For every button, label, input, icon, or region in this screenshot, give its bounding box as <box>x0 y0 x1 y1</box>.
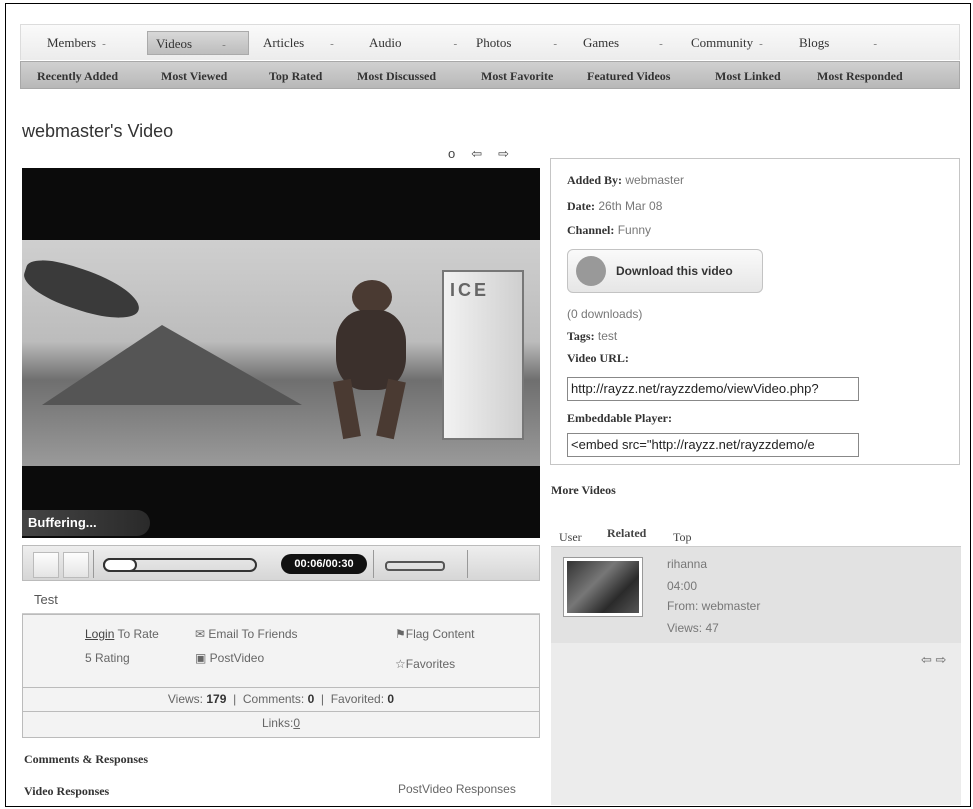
seek-knob[interactable] <box>103 558 137 572</box>
rating-label: 5 Rating <box>85 651 130 665</box>
stop-button[interactable] <box>63 552 89 578</box>
star-icon: ☆ <box>395 657 406 671</box>
to-rate-label: To Rate <box>117 627 159 641</box>
chevron-down-icon[interactable]: - <box>659 38 663 50</box>
channel-value[interactable]: Funny <box>618 223 651 237</box>
email-friends-link[interactable]: ✉ Email To Friends <box>195 627 298 641</box>
volcano-smoke <box>22 252 146 328</box>
comments-count: 0 <box>307 692 315 706</box>
video-frame: ICE <box>22 240 540 466</box>
views-count: 179 <box>206 692 227 706</box>
volcano-shape <box>42 325 302 405</box>
envelope-icon: ✉ <box>195 627 209 641</box>
chevron-down-icon[interactable]: - <box>222 39 226 51</box>
subnav-recently-added[interactable]: Recently Added <box>37 62 118 90</box>
page-title: webmaster's Video <box>22 121 174 141</box>
more-videos-panel: rihanna 04:00 From: webmaster Views: 47 <box>551 546 961 805</box>
download-count: (0 downloads) <box>567 307 643 321</box>
video-responses-heading: Video Responses <box>24 784 110 798</box>
buffering-indicator: Buffering... <box>22 510 150 536</box>
subnav-most-responded[interactable]: Most Responded <box>817 62 903 90</box>
chevron-down-icon[interactable]: - <box>873 38 877 50</box>
video-item-views: Views: 47 <box>667 621 719 635</box>
subnav-most-linked[interactable]: Most Linked <box>715 62 781 90</box>
tab-community[interactable]: Community - <box>691 31 763 55</box>
chevron-down-icon[interactable]: - <box>454 38 458 50</box>
download-button[interactable]: Download this video <box>567 249 763 293</box>
added-by-value[interactable]: webmaster <box>625 173 684 187</box>
tag-link[interactable]: test <box>598 329 617 343</box>
prev-arrow-icon[interactable]: ⇦ <box>471 146 482 161</box>
video-details: Added By: webmaster Date: 26th Mar 08 Ch… <box>550 158 960 465</box>
flag-icon: ⚑ <box>395 627 406 641</box>
subnav-featured-videos[interactable]: Featured Videos <box>587 62 670 90</box>
refresh-icon[interactable]: o <box>448 146 455 161</box>
video-icon: ▣ <box>195 651 210 665</box>
video-item-duration: 04:00 <box>667 579 698 593</box>
video-item-title[interactable]: rihanna <box>667 557 707 571</box>
video-thumbnail[interactable] <box>563 557 643 617</box>
favorites-link[interactable]: ☆Favorites <box>395 657 455 671</box>
tab-blogs[interactable]: Blogs - <box>799 31 877 55</box>
play-button[interactable] <box>33 552 59 578</box>
date-value: 26th Mar 08 <box>598 199 663 213</box>
post-video-responses-link[interactable]: PostVideo Responses <box>398 782 516 796</box>
volume-slider[interactable] <box>385 561 445 571</box>
tab-user[interactable]: User <box>559 530 582 545</box>
video-title: Test <box>22 586 540 614</box>
embed-label: Embeddable Player: <box>567 411 672 425</box>
links-count[interactable]: 0 <box>293 716 300 730</box>
subnav-most-favorite[interactable]: Most Favorite <box>481 62 553 90</box>
seek-bar[interactable] <box>103 558 257 572</box>
comments-heading: Comments & Responses <box>24 752 148 766</box>
more-videos-heading: More Videos <box>551 483 616 497</box>
more-videos-tabs: User Related Top <box>551 524 961 548</box>
video-actions: Login To Rate 5 Rating ✉ Email To Friend… <box>22 614 540 738</box>
time-display: 00:06/00:30 <box>281 554 367 574</box>
download-icon <box>576 256 606 286</box>
video-url-label: Video URL: <box>567 351 629 365</box>
tab-games[interactable]: Games - <box>583 31 663 55</box>
caveman-figure <box>322 280 422 440</box>
video-nav-icons: o ⇦ ⇨ <box>448 146 525 162</box>
chevron-down-icon[interactable]: - <box>102 38 106 50</box>
embed-code-field[interactable]: <embed src="http://rayzz.net/rayzzdemo/e <box>567 433 859 457</box>
post-video-link[interactable]: ▣ PostVideo <box>195 651 264 665</box>
video-item-from: From: webmaster <box>667 599 761 613</box>
pager-arrows-icon[interactable]: ⇦ ⇨ <box>921 652 946 668</box>
tab-top[interactable]: Top <box>673 530 692 545</box>
links-row: Links:0 <box>23 711 539 734</box>
chevron-down-icon[interactable]: - <box>759 38 763 50</box>
video-player[interactable]: ICE Buffering... <box>22 168 540 538</box>
chevron-down-icon[interactable]: - <box>330 38 334 50</box>
tab-audio[interactable]: Audio - <box>369 31 457 55</box>
subnav-most-discussed[interactable]: Most Discussed <box>357 62 436 90</box>
subnav-top-rated[interactable]: Top Rated <box>269 62 322 90</box>
tab-related[interactable]: Related <box>607 526 646 541</box>
list-item[interactable]: rihanna 04:00 From: webmaster Views: 47 <box>551 547 961 643</box>
login-link[interactable]: Login <box>85 627 114 641</box>
next-arrow-icon[interactable]: ⇨ <box>498 146 509 161</box>
player-controls: 00:06/00:30 <box>22 545 540 581</box>
subnav-most-viewed[interactable]: Most Viewed <box>161 62 227 90</box>
tab-members[interactable]: Members - <box>47 31 106 55</box>
ice-machine: ICE <box>442 270 524 440</box>
tab-photos[interactable]: Photos - <box>476 31 557 55</box>
video-url-field[interactable]: http://rayzz.net/rayzzdemo/viewVideo.php… <box>567 377 859 401</box>
tab-articles[interactable]: Articles - <box>263 31 334 55</box>
tab-videos[interactable]: Videos - <box>147 31 249 55</box>
favorited-count: 0 <box>387 692 395 706</box>
flag-content-link[interactable]: ⚑Flag Content <box>395 627 474 641</box>
video-stats: Views: 179 | Comments: 0 | Favorited: 0 <box>23 687 539 710</box>
video-subnav: Recently Added Most Viewed Top Rated Mos… <box>20 61 960 89</box>
chevron-down-icon[interactable]: - <box>553 38 557 50</box>
main-nav: Members - Videos - Articles - Audio - Photos… <box>20 24 960 60</box>
